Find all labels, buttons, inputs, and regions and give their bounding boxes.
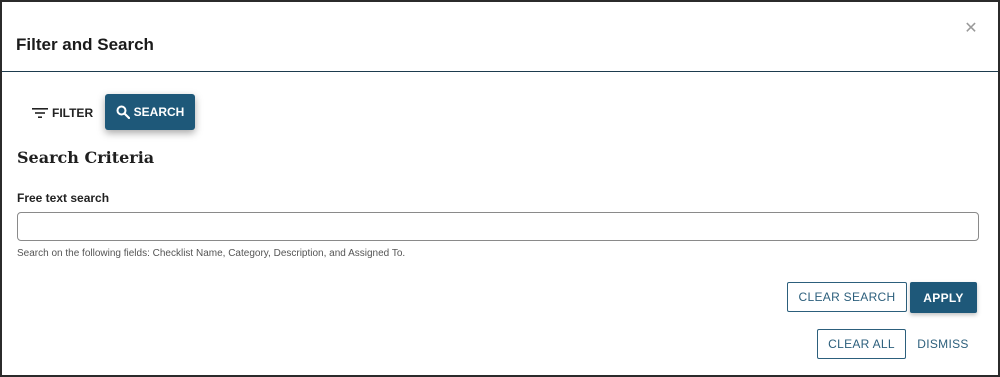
dismiss-button[interactable]: DISMISS — [912, 329, 974, 359]
tab-search-label: SEARCH — [133, 105, 185, 119]
free-text-search-input[interactable] — [17, 212, 979, 241]
dialog-header: Filter and Search ✕ — [2, 2, 998, 72]
search-hint: Search on the following fields: Checklis… — [17, 248, 406, 259]
close-icon[interactable]: ✕ — [962, 20, 980, 38]
clear-search-button[interactable]: CLEAR SEARCH — [787, 282, 907, 312]
search-icon — [116, 105, 130, 119]
apply-button[interactable]: APPLY — [910, 282, 977, 313]
tab-search[interactable]: SEARCH — [105, 94, 195, 130]
section-title: Search Criteria — [17, 148, 155, 167]
tab-filter-label: FILTER — [52, 106, 94, 120]
clear-all-button[interactable]: CLEAR ALL — [817, 329, 906, 359]
free-text-search-label: Free text search — [17, 191, 110, 205]
filter-lines-icon — [32, 107, 48, 119]
tab-filter[interactable]: FILTER — [26, 96, 96, 130]
filter-search-dialog: Filter and Search ✕ FILTER SEARCH Search… — [0, 0, 1000, 377]
dialog-title: Filter and Search — [16, 35, 154, 54]
